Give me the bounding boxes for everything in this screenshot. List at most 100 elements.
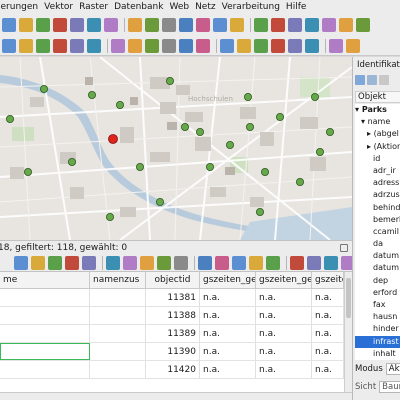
save-project-icon[interactable] <box>19 18 33 32</box>
tree-item[interactable]: bemerk <box>355 214 400 226</box>
redo-icon[interactable] <box>179 38 193 53</box>
filter-icon[interactable] <box>232 255 246 270</box>
tree-item[interactable]: behind <box>355 202 400 214</box>
park-point[interactable] <box>325 128 334 137</box>
zoom-selection-icon[interactable] <box>128 18 142 32</box>
table-cell[interactable]: n.a. <box>200 289 256 306</box>
invert-selection-icon[interactable] <box>198 255 212 270</box>
table-cell[interactable]: n.a. <box>256 307 312 324</box>
park-point[interactable] <box>116 101 125 110</box>
column-header[interactable]: gszeiten_geba <box>200 272 256 288</box>
node-tool-icon[interactable] <box>70 38 84 53</box>
table-cell[interactable] <box>0 343 90 360</box>
zoom-out-icon[interactable] <box>53 18 67 32</box>
column-header[interactable]: gszeiten_geba <box>256 272 312 288</box>
label-move-icon[interactable] <box>237 38 251 53</box>
label-change-icon[interactable] <box>271 38 285 53</box>
tree-item[interactable]: id <box>355 153 400 165</box>
copy-icon[interactable] <box>128 38 142 53</box>
pan-icon[interactable] <box>70 18 84 32</box>
park-point[interactable] <box>106 212 115 221</box>
toggle-editing-icon[interactable] <box>14 255 28 270</box>
table-cell[interactable] <box>0 361 90 378</box>
zoom-last-icon[interactable] <box>145 18 159 32</box>
table-cell[interactable]: n.a. <box>312 361 344 378</box>
table-row[interactable]: 11388 n.a. n.a. n.a. <box>0 307 344 325</box>
paste-icon[interactable] <box>140 255 154 270</box>
deselect-icon[interactable] <box>215 255 229 270</box>
scrollbar-thumb[interactable] <box>346 278 351 318</box>
undo-icon[interactable] <box>162 38 176 53</box>
park-point[interactable] <box>295 178 304 187</box>
tree-item[interactable]: inhalt <box>355 348 400 360</box>
table-cell[interactable]: n.a. <box>256 343 312 360</box>
pan-to-icon[interactable] <box>266 255 280 270</box>
identify-icon[interactable] <box>230 18 244 32</box>
table-cell[interactable]: n.a. <box>312 325 344 342</box>
park-point[interactable] <box>255 207 264 216</box>
reload-icon[interactable] <box>48 255 62 270</box>
park-point[interactable] <box>245 123 254 132</box>
park-point[interactable] <box>6 115 14 124</box>
park-point[interactable] <box>40 84 49 93</box>
park-point[interactable] <box>195 128 204 137</box>
annotation-icon[interactable] <box>356 18 370 32</box>
column-header[interactable]: objectid <box>146 272 200 288</box>
menu-verarbeitung[interactable]: Verarbeitung <box>222 2 280 12</box>
select-all-icon[interactable] <box>174 255 188 270</box>
zoom-layer-icon[interactable] <box>104 18 118 32</box>
table-cell[interactable]: n.a. <box>200 361 256 378</box>
tree-item[interactable]: datum <box>355 250 400 262</box>
field-calculator-icon[interactable] <box>288 18 302 32</box>
table-cell[interactable] <box>90 361 146 378</box>
python-icon[interactable] <box>329 38 343 53</box>
table-cell[interactable]: 11381 <box>146 289 200 306</box>
column-header[interactable]: gszeite <box>312 272 344 288</box>
park-point[interactable] <box>165 76 174 85</box>
table-scrollbar[interactable] <box>344 272 352 392</box>
park-point[interactable] <box>68 158 77 167</box>
table-row[interactable]: 11420 n.a. n.a. n.a. <box>0 361 344 379</box>
park-point[interactable] <box>205 163 214 172</box>
menu-raster[interactable]: Raster <box>79 2 108 12</box>
table-cell[interactable]: n.a. <box>256 289 312 306</box>
tree-item[interactable]: dep <box>355 275 400 287</box>
label-abc2-icon[interactable] <box>305 38 319 53</box>
collapse-icon[interactable] <box>367 75 377 85</box>
tree-item[interactable]: adr_ir <box>355 165 400 177</box>
cut-icon[interactable] <box>111 38 125 53</box>
park-point[interactable] <box>315 148 324 157</box>
tree-item[interactable]: ccamil <box>355 226 400 238</box>
table-cell[interactable]: n.a. <box>256 361 312 378</box>
table-cell[interactable]: n.a. <box>200 325 256 342</box>
select-icon[interactable] <box>254 18 268 32</box>
park-point[interactable] <box>275 113 284 122</box>
menu-hilfe[interactable]: Hilfe <box>286 2 306 12</box>
zoom-to-icon[interactable] <box>290 255 304 270</box>
edit-toggle-icon[interactable] <box>2 38 16 53</box>
park-point[interactable] <box>260 168 269 177</box>
table-cell[interactable] <box>90 325 146 342</box>
tree-item[interactable]: adress <box>355 177 400 189</box>
mode-select[interactable]: Akt <box>385 363 400 375</box>
delete-field-icon[interactable] <box>324 255 338 270</box>
move-top-icon[interactable] <box>249 255 263 270</box>
table-cell[interactable]: 11389 <box>146 325 200 342</box>
table-cell[interactable]: n.a. <box>200 343 256 360</box>
tree-item[interactable]: ▸ (abgel <box>355 128 400 140</box>
tree-item[interactable]: hinder <box>355 323 400 335</box>
menu-vektor[interactable]: Vektor <box>44 2 73 12</box>
table-cell[interactable]: 11420 <box>146 361 200 378</box>
tree-item[interactable]: adrzus <box>355 189 400 201</box>
table-cell[interactable]: n.a. <box>256 325 312 342</box>
label-pin-icon[interactable] <box>220 38 234 53</box>
delete-feature-icon[interactable] <box>82 255 96 270</box>
copy-icon[interactable] <box>123 255 137 270</box>
zoom-full-icon[interactable] <box>87 18 101 32</box>
selected-park-point[interactable] <box>108 134 118 144</box>
table-row[interactable]: 11389 n.a. n.a. n.a. <box>0 325 344 343</box>
map-canvas[interactable]: Hochschulen <box>0 57 352 240</box>
menu-netz[interactable]: Netz <box>195 2 216 12</box>
table-cell[interactable] <box>90 343 146 360</box>
tree-item[interactable]: ▾ name <box>355 116 400 128</box>
